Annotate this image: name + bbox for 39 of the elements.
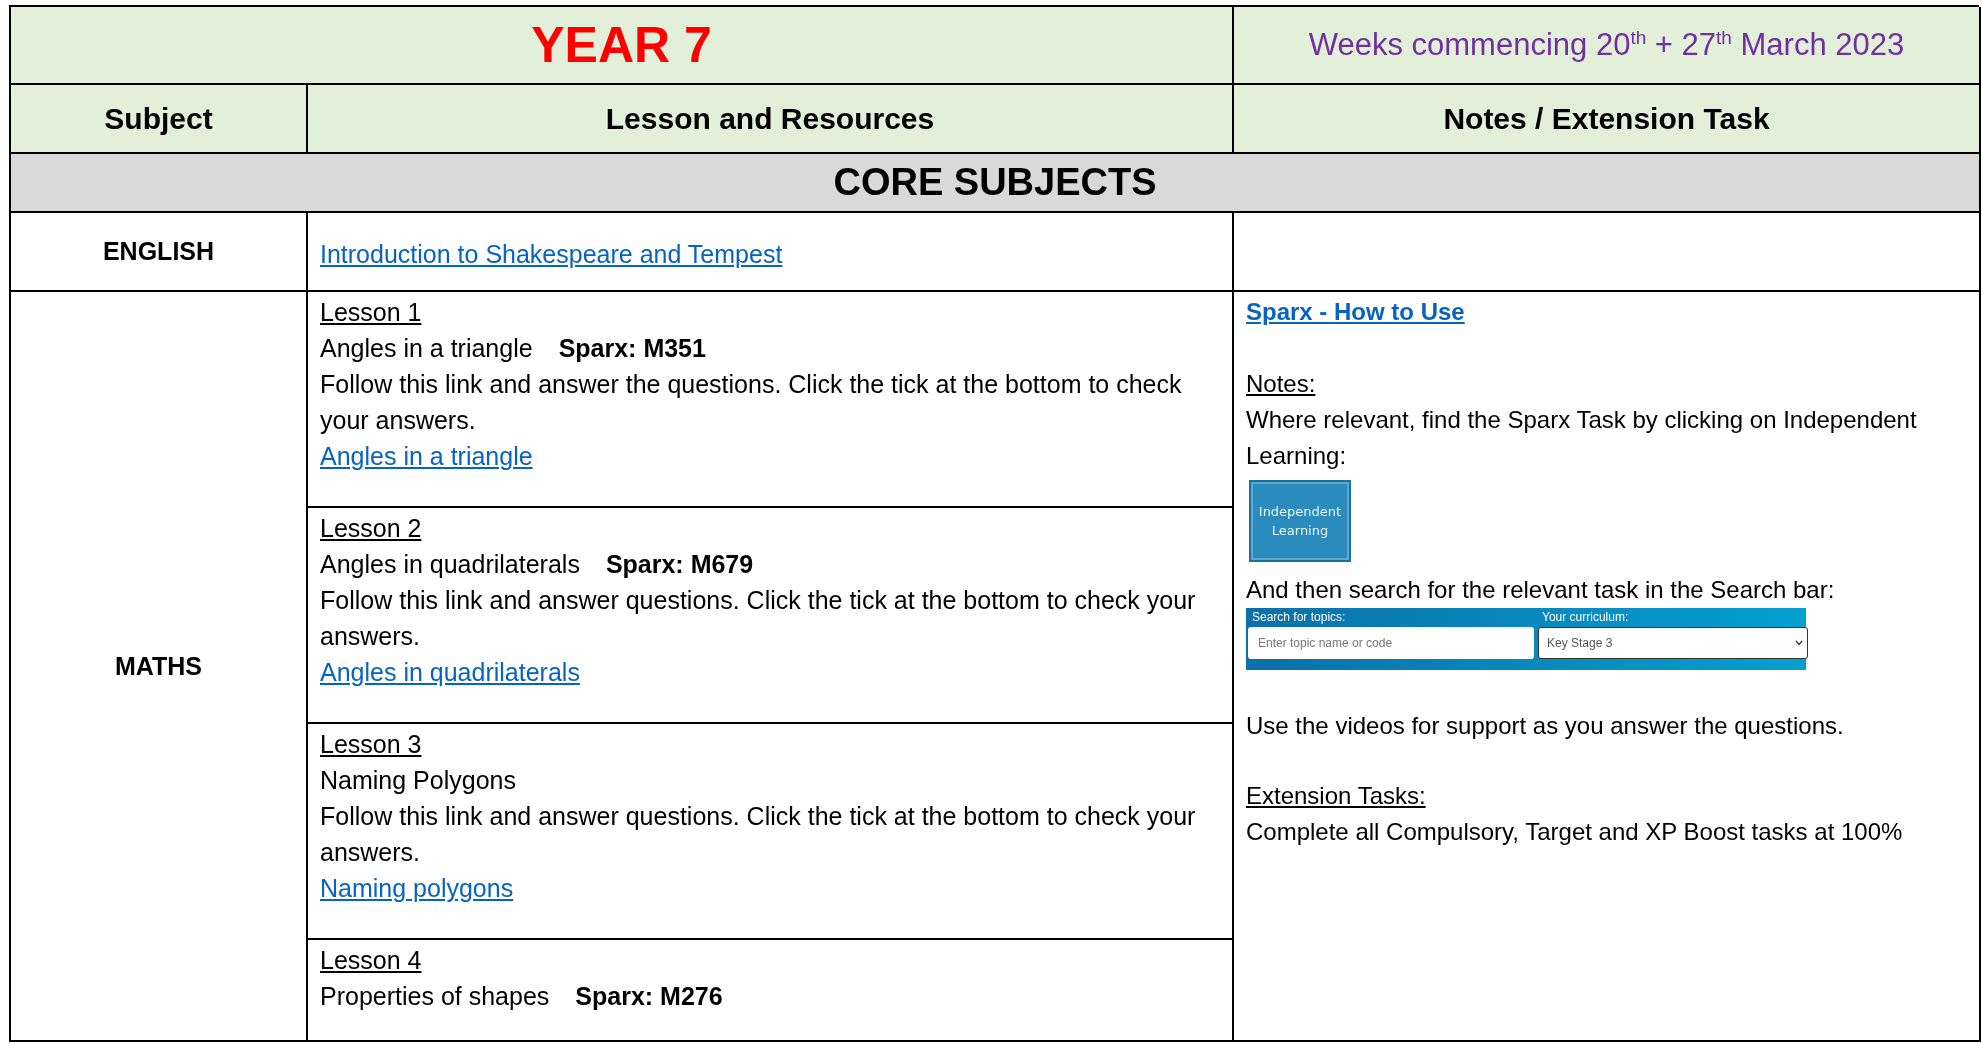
date-range: Weeks commencing 20$^{th}$ + 27$^{th}$ March 2023 xyxy=(1308,26,1905,64)
lesson-heading: Lesson 2 xyxy=(320,513,422,544)
resource-link[interactable]: Angles in quadrilaterals xyxy=(320,654,580,690)
page-title: YEAR 7 xyxy=(531,16,712,74)
lesson-title: Angles in quadrilaterals xyxy=(320,550,580,578)
independent-learning-button[interactable]: Independent Learning xyxy=(1249,480,1351,562)
notes-text: Use the videos for support as you answer the questions. xyxy=(1246,711,1844,741)
lesson-title: Angles in a triangle xyxy=(320,334,533,362)
notes-text: And then search for the relevant task in the Search bar: xyxy=(1246,575,1835,605)
resource-link[interactable]: Introduction to Shakespeare and Tempest xyxy=(320,235,783,272)
subject-cell: MATHS xyxy=(11,292,308,1042)
notes-text: Complete all Compulsory, Target and XP Boost tasks at 100% xyxy=(1246,817,1903,847)
lesson-heading: Lesson 3 xyxy=(320,729,422,760)
lesson-heading: Lesson 1 xyxy=(320,297,422,328)
resource-link[interactable]: Naming polygons xyxy=(320,870,514,906)
sparx-code: Sparx: M351 xyxy=(558,334,706,362)
column-header: Lesson and Resources xyxy=(308,85,1234,154)
curriculum-dropdown[interactable]: Key Stage 3 xyxy=(1538,627,1808,659)
instructions-text: Follow this link and answer the questions. Click the tick at the bottom to check your answers. xyxy=(320,369,1183,436)
lesson-title: Naming Polygons xyxy=(320,766,516,794)
search-label: Search for topics: xyxy=(1251,609,1347,626)
subject-cell: ENGLISH xyxy=(11,213,308,292)
resource-link[interactable]: Angles in a triangle xyxy=(320,438,533,474)
lesson-heading: Lesson 4 xyxy=(320,945,422,976)
section-header: CORE SUBJECTS xyxy=(11,154,1981,213)
column-header: Subject xyxy=(11,85,308,154)
notes-heading: Extension Tasks: xyxy=(1246,781,1426,811)
notes-text: Where relevant, find the Sparx Task by clicking on Independent Learning: xyxy=(1246,405,1918,471)
search-field[interactable]: Enter topic name or code xyxy=(1248,627,1534,659)
sparx-code: Sparx: M276 xyxy=(575,982,723,1010)
instructions-text: Follow this link and answer questions. Click the tick at the bottom to check your answers. xyxy=(320,801,1197,868)
notes-heading: Notes: xyxy=(1246,369,1316,399)
sparx-code: Sparx: M679 xyxy=(605,550,754,578)
column-header: Notes / Extension Task xyxy=(1234,85,1981,154)
instructions-text: Follow this link and answer questions. Click the tick at the bottom to check your answers. xyxy=(320,585,1197,652)
guide-link[interactable]: Sparx - How to Use xyxy=(1246,294,1465,330)
caret-icon xyxy=(1795,640,1803,646)
lesson-title: Properties of shapes xyxy=(320,982,550,1010)
curriculum-label: Your curriculum: xyxy=(1541,609,1630,626)
